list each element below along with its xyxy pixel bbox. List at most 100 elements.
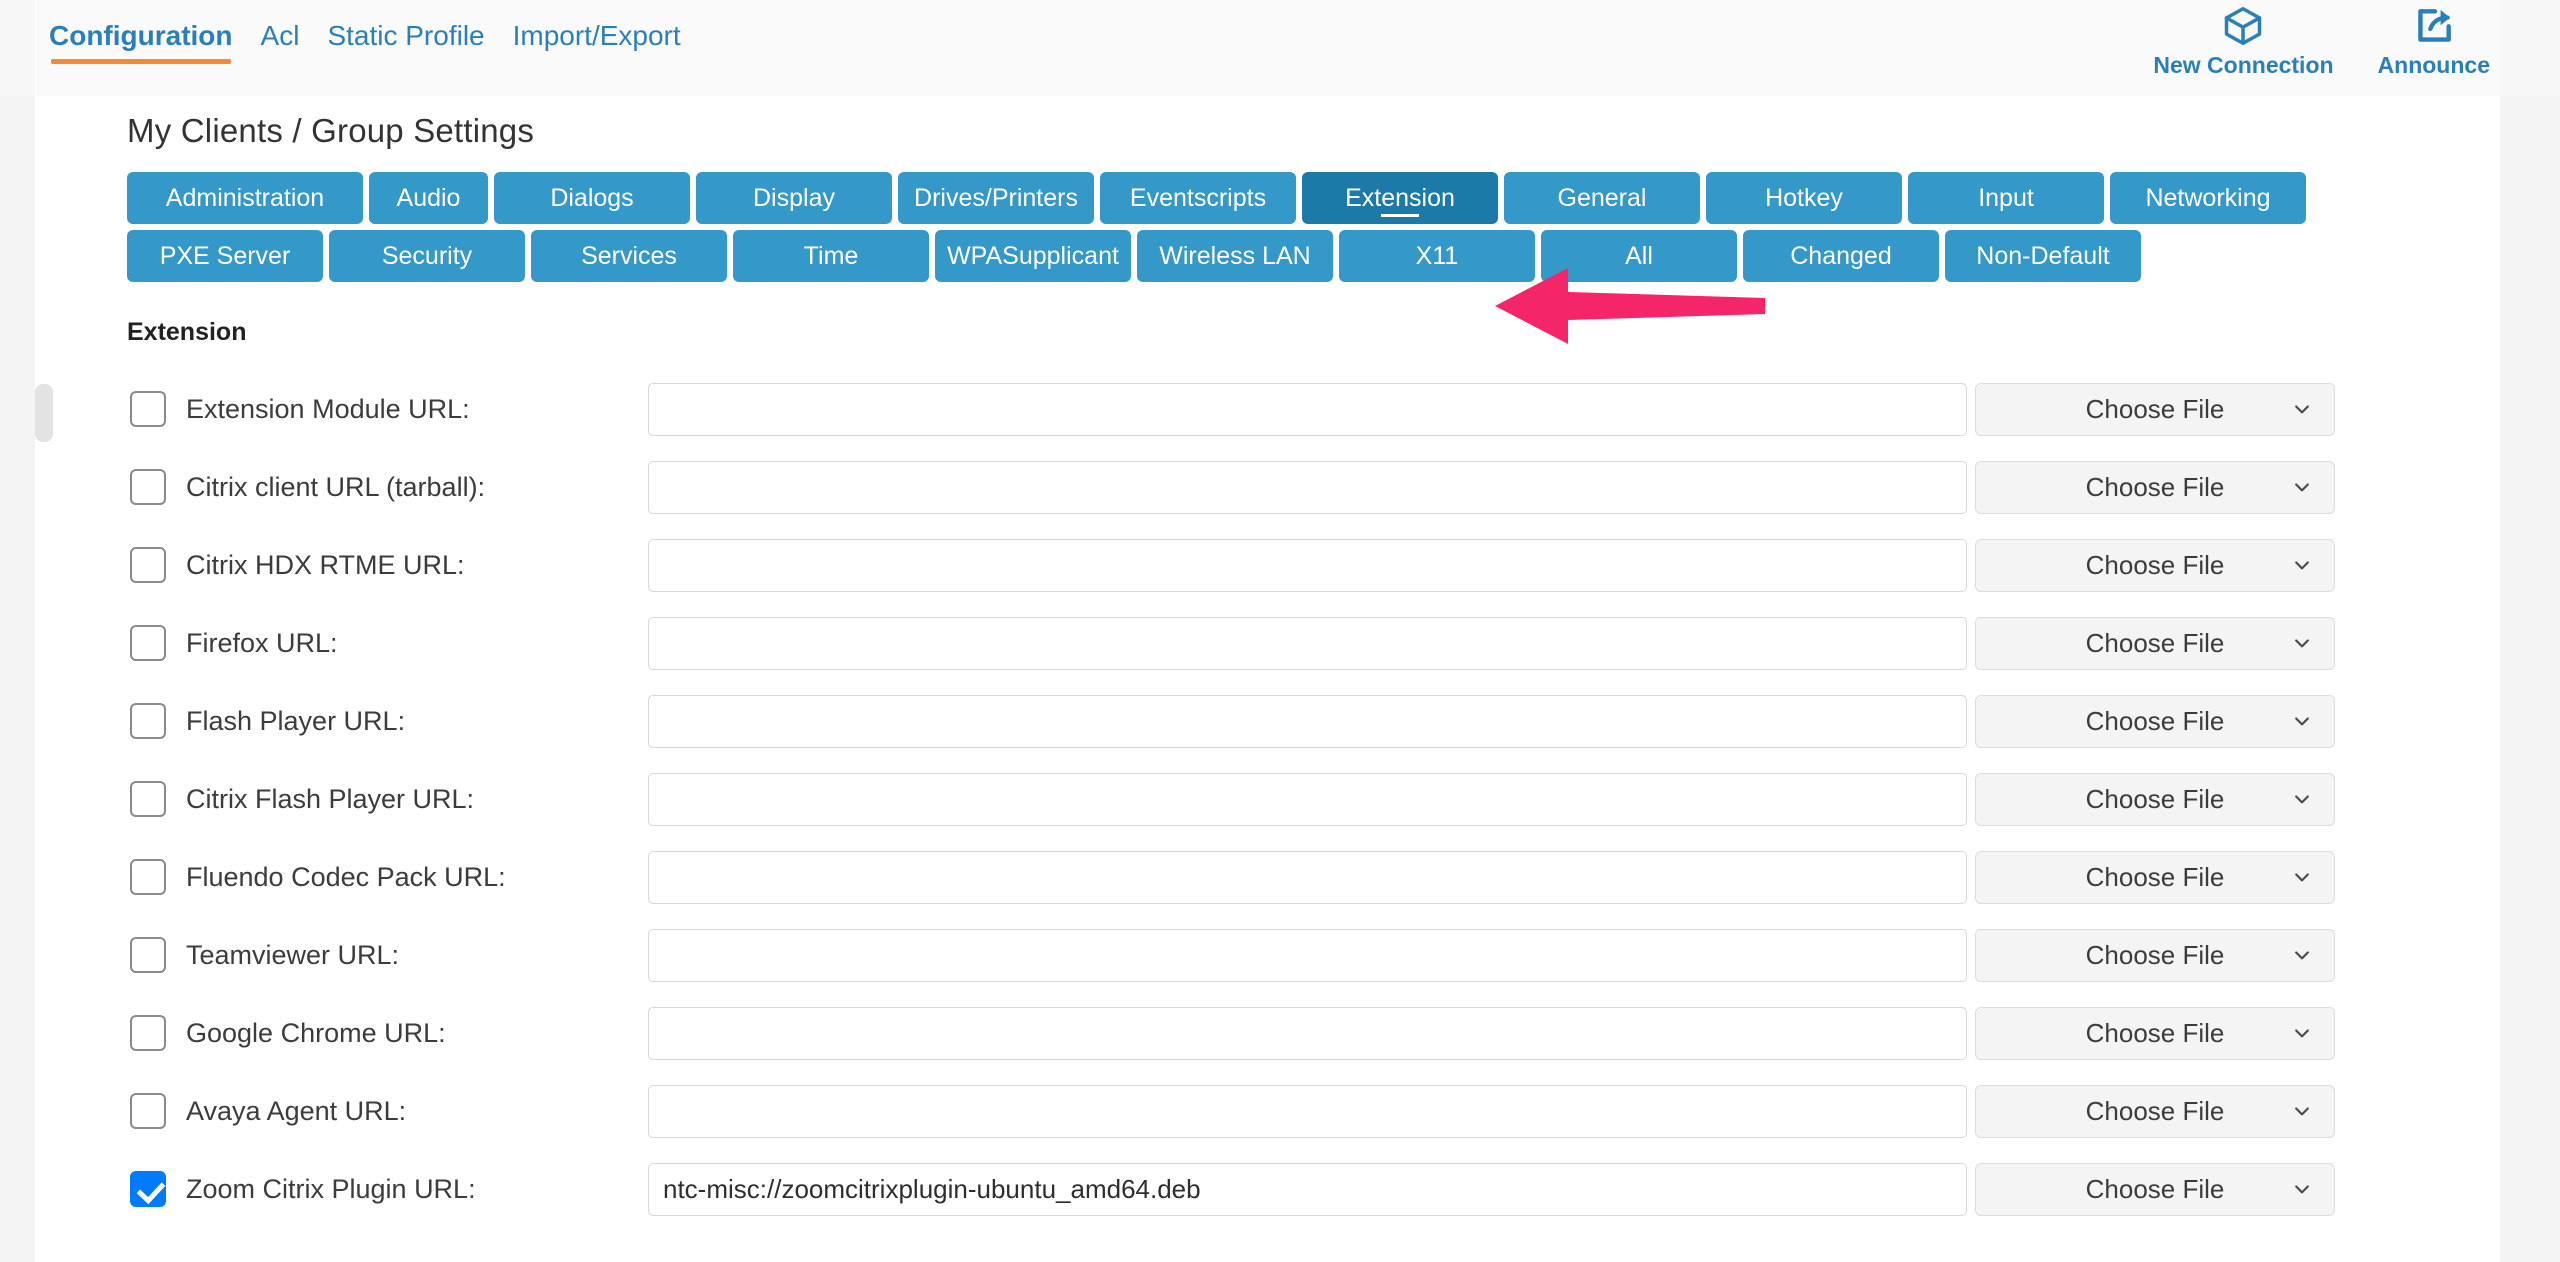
tab-time[interactable]: Time <box>733 230 929 282</box>
tab-changed[interactable]: Changed <box>1743 230 1939 282</box>
tab-input[interactable]: Input <box>1908 172 2104 224</box>
input-citrix-client-url-tarball[interactable] <box>648 460 1967 514</box>
settings-category-tabs: Administration Audio Dialogs Display Drives/… <box>127 172 2417 288</box>
share-export-icon <box>2412 4 2456 48</box>
choose-file-dropdown-flash-player-url[interactable]: Choose File <box>1975 694 2335 748</box>
app-root: Configuration Acl Static Profile Import/… <box>0 0 2560 1262</box>
choose-file-dropdown-fluendo-codec-pack-url[interactable]: Choose File <box>1975 850 2335 904</box>
top-bar-inner: Configuration Acl Static Profile Import/… <box>35 0 2500 96</box>
tab-security[interactable]: Security <box>329 230 525 282</box>
label-citrix-flash-player-url: Citrix Flash Player URL: <box>186 783 475 814</box>
label-teamviewer-url: Teamviewer URL: <box>186 939 400 970</box>
checkbox-extension-module-url[interactable] <box>130 391 166 427</box>
form-row: Fluendo Codec Pack URL: Choose File <box>35 838 2500 916</box>
nav-item-configuration-label: Configuration <box>49 20 233 51</box>
label-firefox-url: Firefox URL: <box>186 627 338 658</box>
tab-general[interactable]: General <box>1504 172 1700 224</box>
choose-file-dropdown-google-chrome-url[interactable]: Choose File <box>1975 1006 2335 1060</box>
label-citrix-hdx-rtme-url: Citrix HDX RTME URL: <box>186 549 465 580</box>
input-teamviewer-url[interactable] <box>648 928 1967 982</box>
section-heading: Extension <box>127 318 247 346</box>
input-citrix-flash-player-url[interactable] <box>648 772 1967 826</box>
choose-file-label: Choose File <box>2085 783 2225 814</box>
nav-item-acl[interactable]: Acl <box>247 18 314 54</box>
tab-all[interactable]: All <box>1541 230 1737 282</box>
label-avaya-agent-url: Avaya Agent URL: <box>186 1095 407 1126</box>
form-row: Teamviewer URL: Choose File <box>35 916 2500 994</box>
checkbox-citrix-hdx-rtme-url[interactable] <box>130 547 166 583</box>
choose-file-dropdown-zoom-citrix-plugin-url[interactable]: Choose File <box>1975 1162 2335 1216</box>
new-connection-button[interactable]: New Connection <box>2143 4 2343 79</box>
checkbox-zoom-citrix-plugin-url[interactable] <box>130 1171 166 1207</box>
checkbox-flash-player-url[interactable] <box>130 703 166 739</box>
cube-icon <box>2221 4 2265 48</box>
tab-drives-printers[interactable]: Drives/Printers <box>898 172 1094 224</box>
choose-file-dropdown-teamviewer-url[interactable]: Choose File <box>1975 928 2335 982</box>
choose-file-dropdown-citrix-hdx-rtme-url[interactable]: Choose File <box>1975 538 2335 592</box>
checkbox-citrix-flash-player-url[interactable] <box>130 781 166 817</box>
panel-collapse-handle[interactable] <box>35 384 53 442</box>
tab-display[interactable]: Display <box>696 172 892 224</box>
tab-eventscripts[interactable]: Eventscripts <box>1100 172 1296 224</box>
nav-item-static-profile[interactable]: Static Profile <box>313 18 498 54</box>
nav-item-configuration[interactable]: Configuration <box>35 18 247 64</box>
choose-file-label: Choose File <box>2085 705 2225 736</box>
tab-services[interactable]: Services <box>531 230 727 282</box>
label-zoom-citrix-plugin-url: Zoom Citrix Plugin URL: <box>186 1173 476 1204</box>
choose-file-label: Choose File <box>2085 861 2225 892</box>
checkbox-google-chrome-url[interactable] <box>130 1015 166 1051</box>
tab-pxe-server[interactable]: PXE Server <box>127 230 323 282</box>
input-firefox-url[interactable] <box>648 616 1967 670</box>
tab-hotkey[interactable]: Hotkey <box>1706 172 1902 224</box>
tab-row-1: Administration Audio Dialogs Display Drives/… <box>127 172 2417 224</box>
label-flash-player-url: Flash Player URL: <box>186 705 406 736</box>
choose-file-dropdown-avaya-agent-url[interactable]: Choose File <box>1975 1084 2335 1138</box>
tab-administration[interactable]: Administration <box>127 172 363 224</box>
checkbox-citrix-client-url-tarball[interactable] <box>130 469 166 505</box>
form-row: Avaya Agent URL: Choose File <box>35 1072 2500 1150</box>
tab-networking[interactable]: Networking <box>2110 172 2306 224</box>
label-extension-module-url: Extension Module URL: <box>186 393 470 424</box>
nav-item-acl-label: Acl <box>260 20 300 51</box>
top-bar: Configuration Acl Static Profile Import/… <box>0 0 2560 96</box>
tab-non-default[interactable]: Non-Default <box>1945 230 2141 282</box>
new-connection-label: New Connection <box>2153 52 2334 78</box>
choose-file-dropdown-firefox-url[interactable]: Choose File <box>1975 616 2335 670</box>
nav-item-import-export[interactable]: Import/Export <box>499 18 695 54</box>
choose-file-dropdown-citrix-client-url-tarball[interactable]: Choose File <box>1975 460 2335 514</box>
nav-item-static-profile-label: Static Profile <box>327 20 485 51</box>
choose-file-label: Choose File <box>2085 1017 2225 1048</box>
input-google-chrome-url[interactable] <box>648 1006 1967 1060</box>
tab-wpasupplicant[interactable]: WPASupplicant <box>935 230 1131 282</box>
form-row: Citrix HDX RTME URL: Choose File <box>35 526 2500 604</box>
checkbox-fluendo-codec-pack-url[interactable] <box>130 859 166 895</box>
input-extension-module-url[interactable] <box>648 382 1967 436</box>
choose-file-label: Choose File <box>2085 393 2225 424</box>
tab-wireless-lan[interactable]: Wireless LAN <box>1137 230 1333 282</box>
choose-file-dropdown-extension-module-url[interactable]: Choose File <box>1975 382 2335 436</box>
nav-item-import-export-label: Import/Export <box>512 20 681 51</box>
tab-audio[interactable]: Audio <box>369 172 488 224</box>
form-row: Firefox URL: Choose File <box>35 604 2500 682</box>
tab-dialogs[interactable]: Dialogs <box>494 172 690 224</box>
choose-file-dropdown-citrix-flash-player-url[interactable]: Choose File <box>1975 772 2335 826</box>
form-row: Zoom Citrix Plugin URL: Choose File <box>35 1150 2500 1228</box>
input-fluendo-codec-pack-url[interactable] <box>648 850 1967 904</box>
checkbox-firefox-url[interactable] <box>130 625 166 661</box>
input-flash-player-url[interactable] <box>648 694 1967 748</box>
choose-file-label: Choose File <box>2085 471 2225 502</box>
input-zoom-citrix-plugin-url[interactable] <box>648 1162 1967 1216</box>
announce-button[interactable]: Announce <box>2368 4 2500 79</box>
choose-file-label: Choose File <box>2085 939 2225 970</box>
form-row: Flash Player URL: Choose File <box>35 682 2500 760</box>
choose-file-label: Choose File <box>2085 1095 2225 1126</box>
tab-extension[interactable]: Extension <box>1302 172 1498 224</box>
top-actions: New Connection Announce <box>2143 4 2500 79</box>
checkbox-avaya-agent-url[interactable] <box>130 1093 166 1129</box>
input-avaya-agent-url[interactable] <box>648 1084 1967 1138</box>
announce-label: Announce <box>2377 52 2490 78</box>
checkbox-teamviewer-url[interactable] <box>130 937 166 973</box>
label-citrix-client-url-tarball: Citrix client URL (tarball): <box>186 471 486 502</box>
tab-x11[interactable]: X11 <box>1339 230 1535 282</box>
input-citrix-hdx-rtme-url[interactable] <box>648 538 1967 592</box>
